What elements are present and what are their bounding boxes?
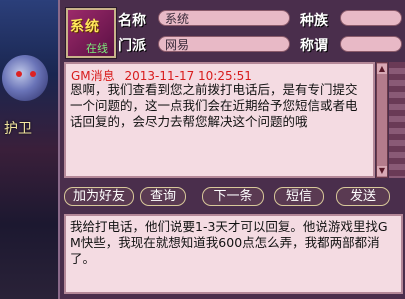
- title-label: 称谓: [300, 38, 328, 54]
- message-input-panel[interactable]: 我给打电话，他们说要1-3天才可以回复。他说游戏里找GM快些，我现在就想知道我6…: [64, 214, 403, 294]
- guard-label: 护卫: [4, 121, 32, 137]
- race-label: 种族: [300, 13, 328, 29]
- faction-field: 网易: [158, 36, 290, 52]
- lookup-button[interactable]: 查询: [140, 187, 186, 206]
- action-buttons: 加为好友 查询 下一条 短信 发送: [64, 187, 404, 207]
- sender-portrait: 系统 在线: [66, 8, 116, 58]
- portrait-name: 系统: [70, 19, 100, 35]
- message-input[interactable]: 我给打电话，他们说要1-3天才可以回复。他说游戏里找GM快些，我现在就想知道我6…: [70, 219, 395, 267]
- message-panel: GM消息 2013-11-17 10:25:51 恩啊，我们查看到您之前拨打电话…: [64, 62, 375, 178]
- faction-label: 门派: [118, 38, 146, 54]
- game-background: 护卫: [0, 0, 60, 299]
- add-friend-button[interactable]: 加为好友: [64, 187, 134, 206]
- message-body: 恩啊，我们查看到您之前拨打电话后，是有专门提交一个问题的，这一点我们会在近期给予…: [70, 82, 358, 129]
- scroll-down-icon[interactable]: ▼: [377, 166, 387, 176]
- portrait-status: 在线: [86, 42, 108, 55]
- send-button[interactable]: 发送: [336, 187, 390, 206]
- name-label: 名称: [118, 13, 146, 29]
- message-timestamp: 2013-11-17 10:25:51: [124, 69, 252, 83]
- race-field: [340, 10, 402, 26]
- title-field: [340, 36, 402, 52]
- monster-eye-right: [30, 71, 36, 77]
- monster-sprite: [2, 55, 48, 101]
- message-scrollbar[interactable]: ▲ ▼: [376, 62, 388, 178]
- name-field: 系统: [158, 10, 290, 26]
- sms-button[interactable]: 短信: [274, 187, 324, 206]
- next-message-button[interactable]: 下一条: [202, 187, 264, 206]
- decorative-border: [389, 62, 405, 178]
- monster-eye-left: [16, 71, 22, 77]
- scroll-up-icon[interactable]: ▲: [377, 64, 387, 74]
- message-sender: GM消息: [71, 69, 115, 83]
- chat-dialog: 系统 在线 名称 系统 种族 门派 网易 称谓 GM消息 2013-11-17 …: [58, 0, 405, 299]
